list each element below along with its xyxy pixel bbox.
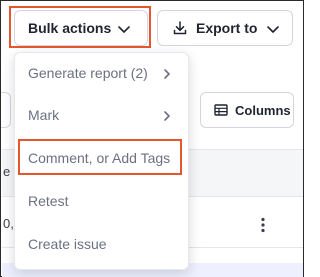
- app-frame: Bulk actions Export to Columns e 0, Gene…: [0, 0, 304, 277]
- menu-item-label: Retest: [28, 193, 69, 209]
- menu-item-label: Mark: [28, 107, 60, 123]
- chevron-right-icon: [162, 109, 172, 125]
- menu-item-create-issue[interactable]: Create issue: [15, 224, 190, 264]
- comment-add-tags-highlight: [18, 139, 182, 175]
- menu-item-label: Generate report (2): [28, 65, 148, 81]
- bulk-actions-highlight: [9, 6, 151, 48]
- download-icon: [172, 20, 188, 36]
- columns-table-icon: [214, 104, 228, 116]
- menu-item-retest[interactable]: Retest: [15, 181, 190, 221]
- menu-item-label: Create issue: [28, 236, 107, 252]
- header-fragment: e: [3, 164, 11, 179]
- menu-item-generate-report[interactable]: Generate report (2): [15, 53, 190, 93]
- export-to-label: Export to: [196, 20, 258, 36]
- chevron-down-icon: [266, 22, 280, 39]
- more-vertical-icon[interactable]: [257, 215, 269, 235]
- row-fragment: 0,: [3, 216, 13, 231]
- chevron-right-icon: [162, 67, 172, 83]
- menu-item-mark[interactable]: Mark: [15, 95, 190, 135]
- export-to-button[interactable]: Export to: [157, 10, 293, 46]
- columns-button[interactable]: Columns: [200, 92, 294, 128]
- partial-control[interactable]: [1, 92, 11, 128]
- columns-label: Columns: [235, 102, 291, 118]
